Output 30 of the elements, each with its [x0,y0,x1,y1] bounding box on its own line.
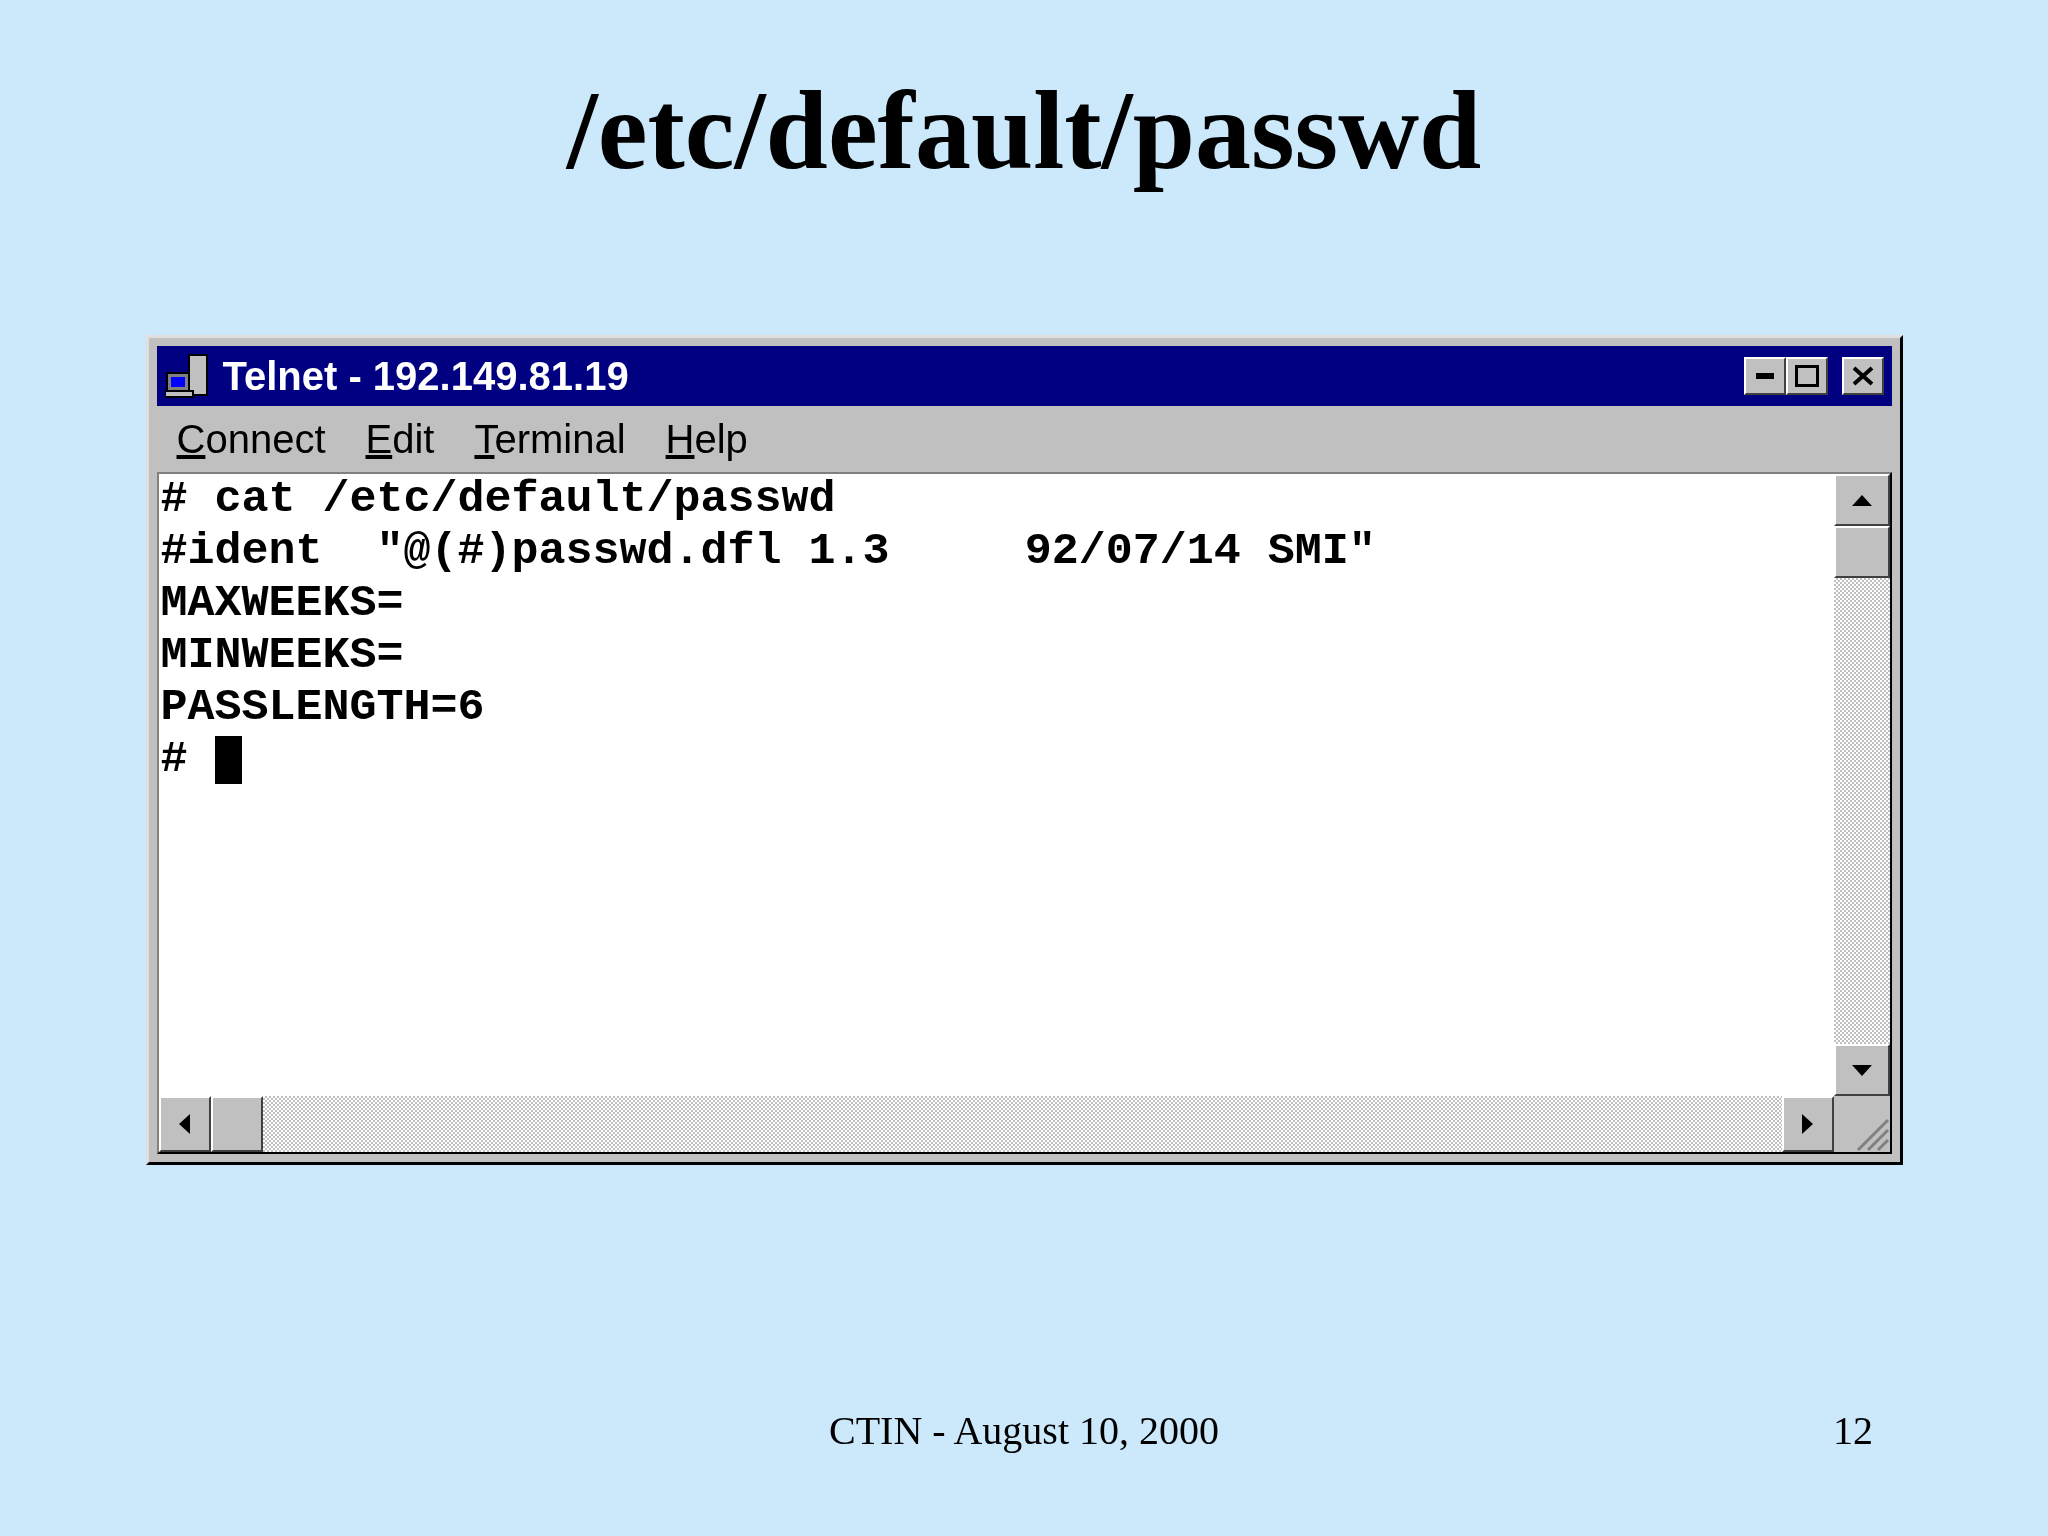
minimize-icon [1755,373,1774,379]
up-arrow-icon [1851,494,1872,506]
maximize-icon [1794,365,1819,387]
menu-item[interactable]: Edit [365,409,435,469]
slide-title: /etc/default/passwd [566,67,1482,194]
terminal-line: #ident "@(#)passwd.dfl 1.3 92/07/14 SMI" [160,526,1377,578]
scroll-down-button[interactable] [1833,1044,1890,1096]
terminal-line: # cat /etc/default/passwd [160,474,837,526]
scroll-left-button[interactable] [158,1096,211,1152]
menu-item[interactable]: Help [665,409,748,469]
scroll-up-button[interactable] [1833,474,1890,526]
scroll-right-button[interactable] [1781,1096,1834,1152]
close-button[interactable] [1841,357,1884,395]
menu-item[interactable]: Terminal [474,409,626,469]
terminal-line: PASSLENGTH=6 [160,682,486,734]
window-title: Telnet - 192.149.81.19 [222,356,630,396]
close-icon [1851,366,1874,386]
left-arrow-icon [179,1114,190,1134]
slide-footer: CTIN - August 10, 2000 [829,1401,1219,1461]
page-number: 12 [1833,1407,1873,1455]
minimize-button[interactable] [1743,357,1786,395]
menu-item[interactable]: Connect [176,409,326,469]
scroll-thumb[interactable] [1833,526,1890,578]
terminal-prompt: # [160,734,188,786]
down-arrow-icon [1851,1064,1872,1076]
scroll-thumb[interactable] [210,1096,263,1152]
right-arrow-icon [1802,1114,1813,1134]
terminal-line: MAXWEEKS= [160,578,405,630]
maximize-button[interactable] [1785,357,1828,395]
terminal-line: MINWEEKS= [160,630,405,682]
